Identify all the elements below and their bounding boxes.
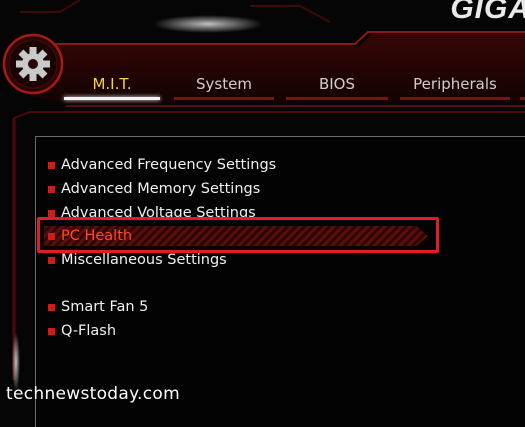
tab-more[interactable] — [520, 70, 525, 100]
bullet-icon — [48, 186, 55, 193]
tab-bios-label: BIOS — [318, 75, 356, 93]
bullet-icon — [48, 162, 55, 169]
watermark: technewstoday.com — [6, 384, 180, 404]
tab-mit[interactable]: M.I.T. — [64, 70, 160, 100]
tab-mit-label: M.I.T. — [92, 75, 132, 93]
tab-bios[interactable]: BIOS — [286, 70, 388, 100]
menu-item-label: Advanced Frequency Settings — [61, 157, 277, 173]
tab-peripherals-label: Peripherals — [413, 75, 497, 93]
annotation-highlight-box — [37, 217, 439, 253]
tab-bios-indicator — [286, 97, 388, 100]
tab-system-indicator — [174, 97, 274, 100]
menu-item-label: Q-Flash — [61, 323, 117, 339]
tab-mit-indicator — [64, 97, 160, 100]
bullet-icon — [48, 210, 55, 217]
menu-item-label: Advanced Memory Settings — [61, 181, 261, 197]
tab-more-indicator — [520, 97, 525, 100]
tab-peripherals-indicator — [400, 97, 510, 100]
brand-logo: GIGA — [450, 0, 525, 25]
tab-peripherals[interactable]: Peripherals — [400, 70, 510, 100]
tab-system[interactable]: System — [174, 70, 274, 100]
bullet-icon — [48, 257, 55, 264]
tab-system-label: System — [196, 75, 252, 93]
gear-icon — [2, 30, 64, 98]
bullet-icon — [48, 304, 55, 311]
menu-item-label: Smart Fan 5 — [61, 299, 149, 315]
main-tabs: M.I.T. System BIOS Peripherals — [64, 70, 525, 102]
bullet-icon — [48, 328, 55, 335]
